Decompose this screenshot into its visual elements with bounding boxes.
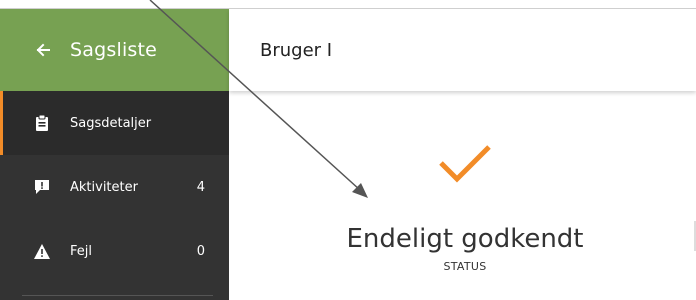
status-block: Endeligt godkendt STATUS — [229, 141, 696, 273]
sidebar: Sagsliste Sagsdetaljer Aktiviteter 4 Fej… — [0, 9, 229, 300]
arrow-left-icon — [36, 43, 50, 57]
sidebar-item-count: 0 — [196, 243, 205, 259]
app-window: Sagsliste Sagsdetaljer Aktiviteter 4 Fej… — [0, 0, 696, 300]
sidebar-divider — [22, 295, 213, 296]
chat-alert-icon — [34, 179, 50, 195]
sidebar-item-label: Sagsdetaljer — [70, 115, 152, 131]
top-rule — [0, 0, 696, 9]
clipboard-icon — [34, 115, 50, 131]
page-header: Bruger I — [229, 9, 696, 91]
status-value: Endeligt godkendt — [346, 224, 584, 254]
sidebar-item-count: 4 — [196, 179, 205, 195]
page-title: Bruger I — [260, 39, 333, 61]
sidebar-item-sagsdetaljer[interactable]: Sagsdetaljer — [0, 91, 229, 155]
checkmark-icon — [439, 145, 491, 183]
warning-icon — [34, 243, 50, 259]
back-label: Sagsliste — [70, 39, 158, 61]
sidebar-item-fejl[interactable]: Fejl 0 — [0, 219, 229, 283]
sidebar-item-label: Fejl — [70, 243, 92, 259]
sidebar-item-label: Aktiviteter — [70, 179, 138, 195]
status-label: STATUS — [443, 260, 487, 273]
sidebar-item-aktiviteter[interactable]: Aktiviteter 4 — [0, 155, 229, 219]
back-to-case-list-button[interactable]: Sagsliste — [0, 9, 229, 91]
main-content: Endeligt godkendt STATUS — [229, 91, 696, 300]
